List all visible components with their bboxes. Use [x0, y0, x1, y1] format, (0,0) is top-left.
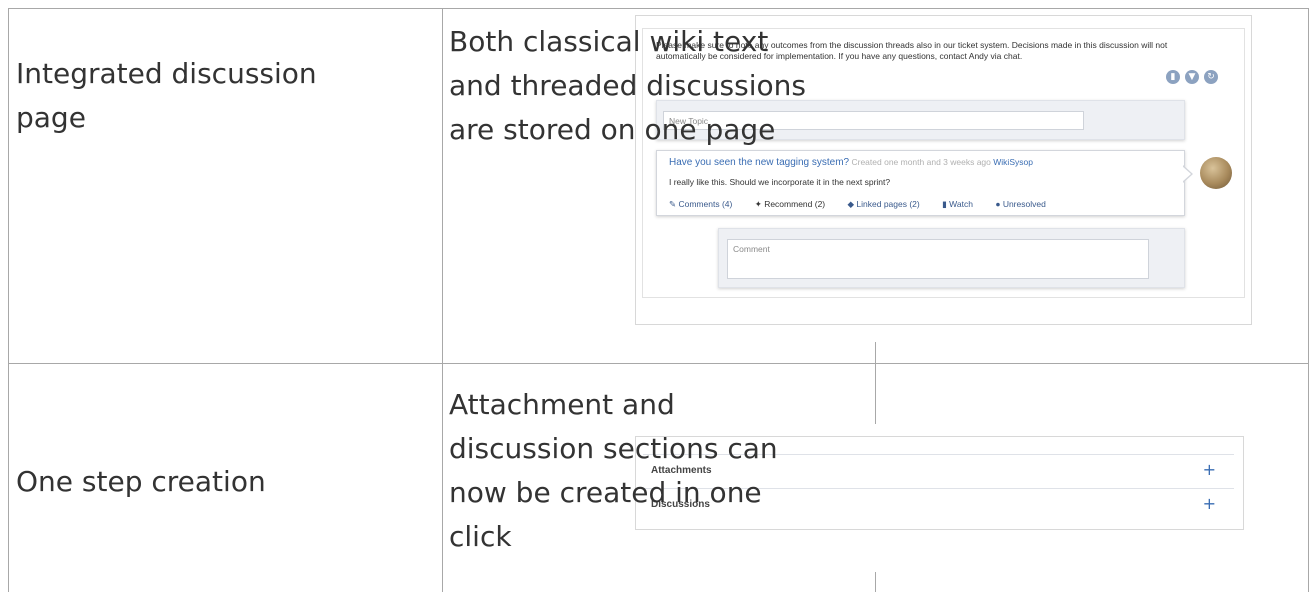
topic-meta: Created one month and 3 weeks ago: [851, 157, 991, 167]
topic-author[interactable]: WikiSysop: [993, 157, 1033, 167]
topic-body: I really like this. Should we incorporat…: [669, 177, 891, 187]
refresh-icon[interactable]: ↻: [1204, 70, 1218, 84]
topic-actions: ✎ Comments (4) ✦ Recommend (2) ◆ Linked …: [669, 199, 1066, 210]
table-left-border: [8, 8, 9, 592]
watch-label: Watch: [949, 199, 973, 209]
table-row-divider: [8, 363, 1309, 364]
comment-input[interactable]: Comment: [727, 239, 1149, 279]
topic-header: Have you seen the new tagging system? Cr…: [669, 157, 1033, 168]
topic-title[interactable]: Have you seen the new tagging system?: [669, 157, 849, 168]
filter-icon[interactable]: ▼: [1185, 70, 1199, 84]
add-discussions-button[interactable]: +: [1203, 494, 1216, 513]
description-cell-1: Both classical wiki text and threaded di…: [449, 25, 806, 146]
add-attachments-button[interactable]: +: [1203, 460, 1216, 479]
recommend-label: Recommend (2): [764, 199, 826, 209]
sort-icon[interactable]: ▮: [1166, 70, 1180, 84]
avatar: [1200, 157, 1232, 189]
status-label: Unresolved: [1002, 199, 1046, 209]
watch-link[interactable]: ▮ Watch: [942, 199, 983, 209]
linked-pages-link[interactable]: ◆ Linked pages (2): [848, 199, 930, 209]
topic-pointer-inner: [1182, 166, 1191, 182]
linked-pages-label: Linked pages (2): [856, 199, 920, 209]
comments-link[interactable]: ✎ Comments (4): [669, 199, 742, 209]
table-top-border: [8, 8, 1309, 9]
status-link[interactable]: ● Unresolved: [995, 199, 1056, 209]
comments-label: Comments (4): [678, 199, 733, 209]
feature-cell-1: Integrated discussion page: [16, 57, 317, 134]
comment-panel: Comment: [718, 228, 1185, 288]
table-col1-border: [442, 8, 443, 592]
topic-card: Have you seen the new tagging system? Cr…: [656, 150, 1185, 216]
recommend-link[interactable]: ✦ Recommend (2): [755, 199, 835, 209]
feature-cell-2: One step creation: [16, 465, 266, 498]
description-cell-2: Attachment and discussion sections can n…: [449, 388, 778, 553]
